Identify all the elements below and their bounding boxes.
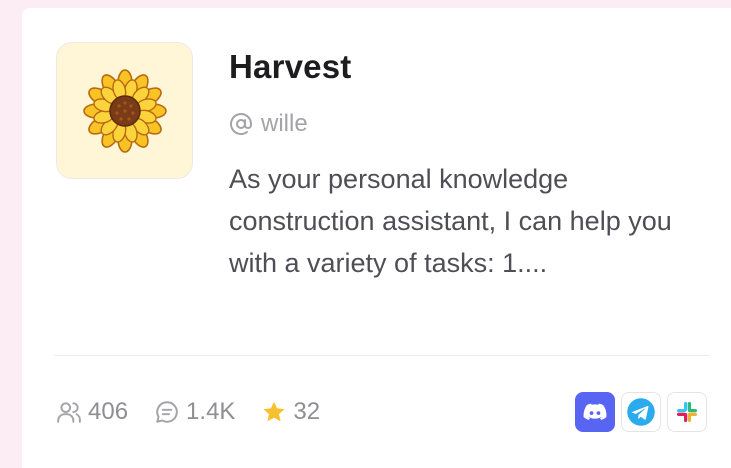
- telegram-icon: [627, 398, 655, 426]
- slack-icon: [677, 402, 697, 422]
- slack-integration[interactable]: [667, 392, 707, 432]
- bot-title[interactable]: Harvest: [229, 48, 351, 86]
- bot-stats: 406 1.4K 32: [56, 398, 346, 426]
- comments-stat: 1.4K: [154, 398, 235, 426]
- discord-integration[interactable]: [575, 392, 615, 432]
- stars-stat: 32: [261, 398, 320, 426]
- users-stat: 406: [56, 398, 128, 426]
- comment-icon: [156, 401, 178, 423]
- bot-card[interactable]: Harvest wille As your personal knowledge…: [22, 8, 731, 468]
- bot-author[interactable]: wille: [229, 110, 308, 138]
- comments-count: 1.4K: [186, 398, 236, 425]
- bot-avatar: [56, 42, 193, 179]
- author-name: wille: [261, 110, 308, 137]
- bot-description: As your personal knowledge construction …: [229, 164, 672, 278]
- at-sign-icon: [230, 113, 252, 135]
- discord-icon: [583, 403, 607, 420]
- star-icon: [263, 401, 285, 422]
- users-count: 406: [88, 398, 129, 425]
- stars-count: 32: [293, 398, 321, 425]
- card-divider: [54, 355, 710, 356]
- integrations: [575, 392, 707, 432]
- telegram-integration[interactable]: [621, 392, 661, 432]
- sunflower-icon: [82, 68, 167, 153]
- users-icon: [57, 402, 81, 423]
